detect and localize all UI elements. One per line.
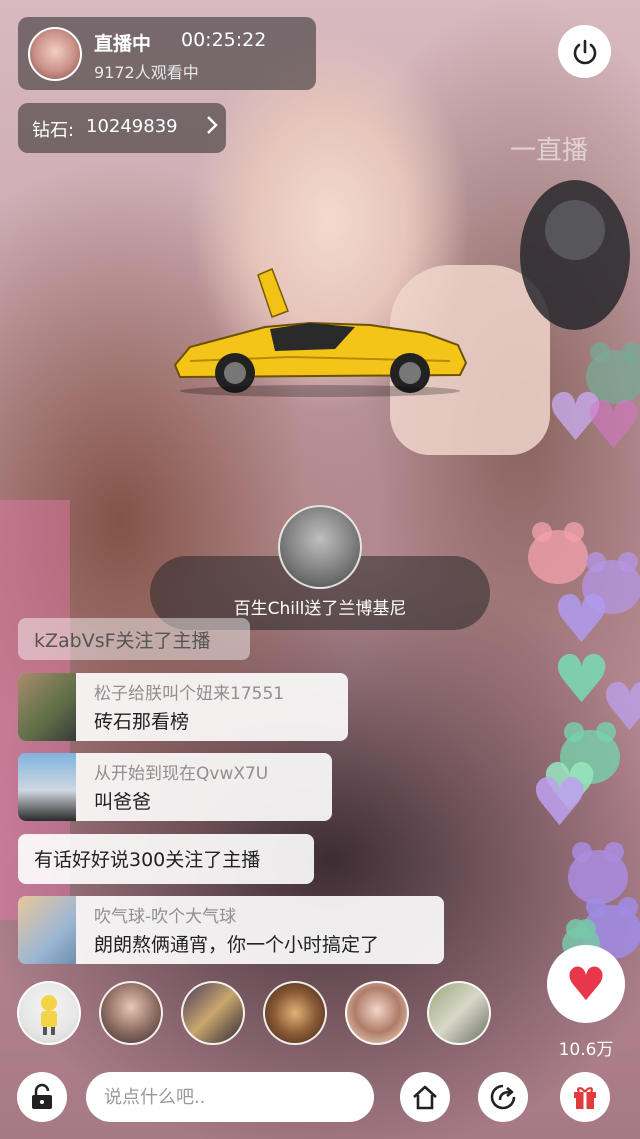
bear-icon [528, 522, 588, 584]
heart-icon: ♥ [530, 764, 590, 841]
like-count: 10.6万 [558, 1040, 614, 1060]
home-button[interactable] [400, 1072, 450, 1122]
viewer-count: 9172人观看中 [94, 63, 199, 82]
chat-system-message: kZabVsF关注了主播 [18, 618, 250, 660]
chat-text: kZabVsF关注了主播 [34, 630, 211, 652]
chat-username[interactable]: 吹气球-吹个大气球 [94, 902, 236, 927]
chevron-right-icon [204, 114, 220, 141]
heart-icon: ♥ [584, 387, 640, 464]
chat-username[interactable]: 从开始到现在QvwX7U [94, 759, 268, 784]
share-icon [490, 1084, 516, 1110]
live-duration: 00:25:22 [181, 29, 267, 51]
chat-message[interactable]: 松子给朕叫个妞来17551 砖石那看榜 [18, 673, 348, 741]
gift-button[interactable] [560, 1072, 610, 1122]
chat-text: 有话好好说300关注了主播 [34, 849, 261, 871]
diamond-value: 10249839 [86, 116, 178, 137]
chat-text: 朗朗熬俩通宵，你一个小时搞定了 [94, 934, 380, 956]
lock-button[interactable] [17, 1072, 67, 1122]
comment-input[interactable] [86, 1072, 374, 1122]
lock-icon [32, 1083, 52, 1109]
chat-username[interactable]: 松子给朕叫个妞来17551 [94, 679, 284, 704]
audience-avatar[interactable] [427, 981, 491, 1045]
audience-avatar[interactable] [99, 981, 163, 1045]
sports-car-icon [170, 265, 470, 400]
chat-system-message: 有话好好说300关注了主播 [18, 834, 314, 884]
audience-avatar[interactable] [181, 981, 245, 1045]
home-icon [413, 1085, 437, 1110]
audience-avatar[interactable] [17, 981, 81, 1045]
chat-message[interactable]: 从开始到现在QvwX7U 叫爸爸 [18, 753, 332, 821]
chat-text: 叫爸爸 [94, 791, 152, 813]
share-button[interactable] [478, 1072, 528, 1122]
diamond-ranking-button[interactable]: 钻石: 10249839 [18, 103, 226, 153]
chat-user-avatar[interactable] [18, 673, 76, 741]
live-status-label: 直播中 [94, 33, 152, 55]
host-info-card[interactable]: 直播中 00:25:22 9172人观看中 [18, 17, 316, 90]
power-icon[interactable] [558, 25, 611, 78]
gift-message: 百生Chill送了兰博基尼 [233, 599, 407, 619]
floating-likes-animation: ♥ ♥ ♥ ♥ ♥ ♥ ♥ [520, 342, 640, 965]
chat-user-avatar[interactable] [18, 896, 76, 964]
chat-text: 砖石那看榜 [94, 711, 190, 733]
gift-box-icon [574, 1087, 596, 1109]
host-avatar[interactable] [28, 27, 82, 81]
diamond-label: 钻石: [32, 120, 75, 141]
audience-avatar[interactable] [263, 981, 327, 1045]
watermark-logo: 一直播 [510, 136, 589, 166]
like-button[interactable]: ♥ [547, 945, 625, 1023]
chat-user-avatar[interactable] [18, 753, 76, 821]
bear-icon [568, 842, 628, 904]
audience-avatar[interactable] [345, 981, 409, 1045]
heart-icon: ♥ [565, 957, 607, 1011]
gift-sender-avatar[interactable] [278, 505, 362, 589]
chat-message[interactable]: 吹气球-吹个大气球 朗朗熬俩通宵，你一个小时搞定了 [18, 896, 444, 964]
